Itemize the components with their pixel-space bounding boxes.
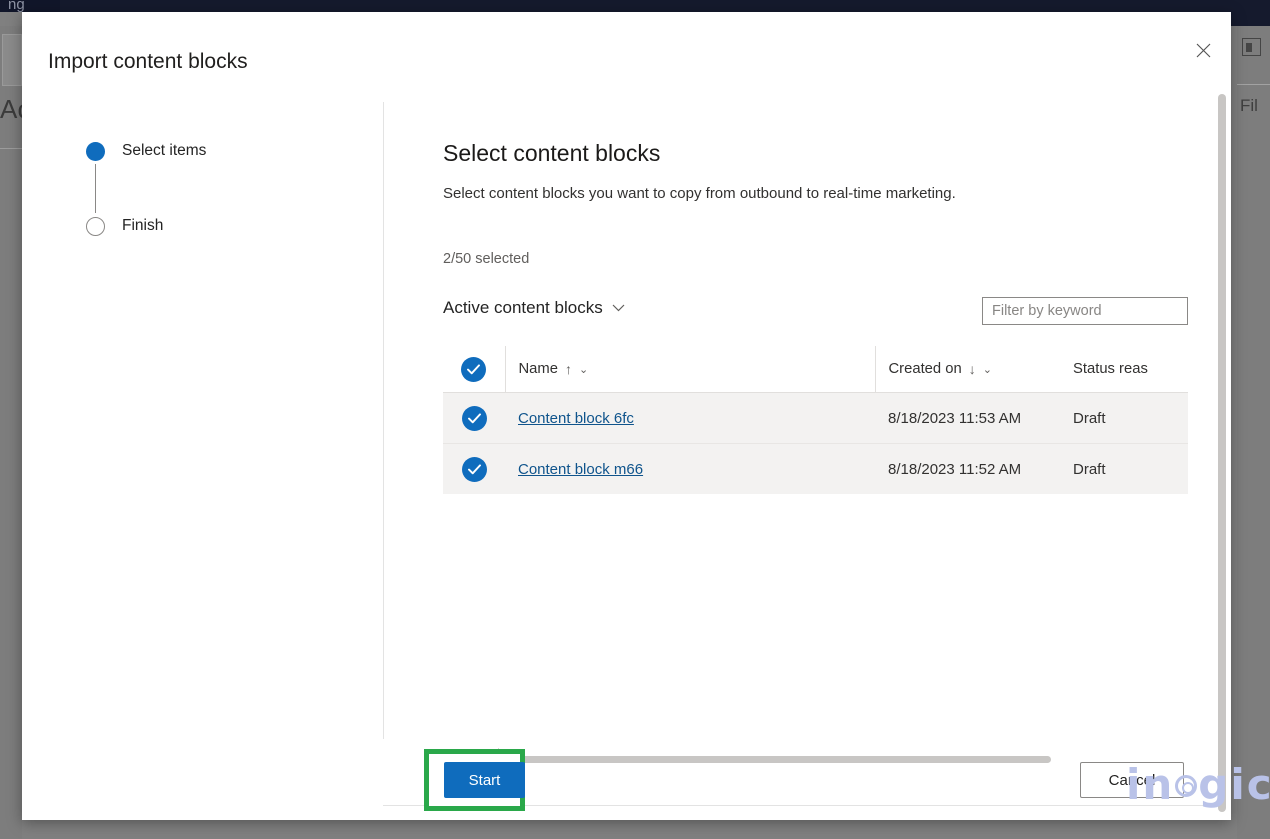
selected-count-label: 2/50 selected (443, 251, 530, 267)
background-chart-icon (1242, 38, 1261, 56)
select-all-checkbox[interactable] (461, 356, 487, 382)
row-select-cell (443, 393, 505, 444)
table-row[interactable]: Content block m66 8/18/2023 11:52 AM Dra… (443, 443, 1188, 494)
column-header-label: Name (518, 361, 558, 377)
sort-ascending-icon: ↑ (564, 361, 572, 377)
row-cell-name: Content block m66 (505, 443, 875, 494)
row-cell-created-on: 8/18/2023 11:53 AM (888, 409, 1022, 427)
row-cell-status-reason: Draft (1060, 443, 1188, 494)
step-bullet-inactive-icon (86, 216, 105, 236)
background-right-panel (1237, 26, 1270, 839)
start-button[interactable]: Start (444, 762, 525, 798)
table-body: Content block 6fc 8/18/2023 11:53 AM Dra… (443, 392, 1188, 494)
close-icon-glyph (1196, 43, 1210, 57)
check-icon (467, 463, 481, 474)
view-selector[interactable]: Active content blocks (443, 298, 625, 318)
background-divider-left (0, 148, 22, 149)
row-checkbox[interactable] (461, 405, 487, 431)
content-block-link[interactable]: Content block m66 (518, 461, 643, 478)
import-content-blocks-dialog: Import content blocks Select items Finis… (22, 12, 1270, 820)
row-checkbox[interactable] (461, 456, 487, 482)
check-icon (467, 412, 481, 423)
content-blocks-table: Name ↑ ⌄ Created on ↓ ⌄ Status reas Cont… (443, 346, 1188, 494)
view-and-filter-bar: Active content blocks (443, 297, 1188, 332)
dialog-header: Import content blocks (22, 12, 1231, 90)
sort-descending-icon: ↓ (968, 361, 976, 377)
dialog-vertical-divider (383, 102, 384, 739)
step-bullet-active-icon (86, 141, 105, 161)
column-header-status-reason[interactable]: Status reas (1060, 346, 1188, 393)
search-input[interactable] (982, 297, 1188, 325)
row-cell-status-reason: Draft (1073, 409, 1106, 427)
dialog-title: Import content blocks (48, 50, 248, 73)
background-left-card (2, 34, 22, 86)
column-header-created-on[interactable]: Created on ↓ ⌄ (874, 346, 1060, 393)
chevron-down-icon: ⌄ (578, 363, 589, 376)
table-header-row: Name ↑ ⌄ Created on ↓ ⌄ Status reas (443, 346, 1188, 393)
wizard-step-label: Finish (122, 217, 164, 234)
chevron-down-icon (612, 304, 625, 312)
check-icon (467, 363, 481, 374)
view-selector-label: Active content blocks (443, 298, 603, 317)
column-header-label: Status reas (1073, 361, 1148, 377)
background-divider-right (1237, 84, 1270, 85)
wizard-step-finish[interactable]: Finish (86, 213, 346, 239)
row-select-cell (443, 443, 505, 494)
wizard-step-select-items[interactable]: Select items (86, 138, 346, 164)
column-header-label: Created on (888, 361, 962, 377)
close-icon[interactable] (1185, 32, 1221, 68)
chevron-down-icon: ⌄ (982, 363, 992, 376)
cancel-button[interactable]: Cancel (1080, 762, 1184, 798)
row-cell-created-on: 8/18/2023 11:52 AM (875, 443, 1060, 494)
wizard-steps: Select items Finish (86, 138, 346, 239)
dialog-footer: Start Cancel (383, 740, 1212, 820)
dialog-scrollbar-thumb[interactable] (1218, 94, 1226, 812)
wizard-step-label: Select items (122, 142, 207, 159)
content-selection-pane: Select content blocks Select content blo… (421, 90, 1211, 740)
dialog-body: Select items Finish Select content block… (22, 90, 1212, 806)
content-block-link[interactable]: Content block 6fc (518, 410, 634, 427)
column-header-name[interactable]: Name ↑ ⌄ (504, 346, 875, 393)
wizard-step-connector (95, 164, 97, 213)
background-text-fragment-right: Fil (1240, 96, 1258, 115)
row-cell-name: Content block 6fc (505, 393, 875, 444)
table-row[interactable]: Content block 6fc 8/18/2023 11:53 AM Dra… (443, 392, 1188, 444)
select-all-header (443, 346, 505, 393)
page-subtitle: Select content blocks you want to copy f… (443, 185, 956, 202)
page-title: Select content blocks (443, 140, 661, 166)
